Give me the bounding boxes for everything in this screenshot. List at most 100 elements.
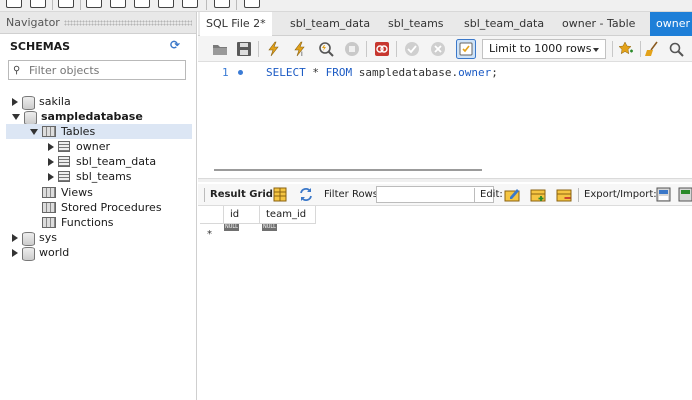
- tree-item-functions[interactable]: Functions: [42, 215, 114, 230]
- tree-item-stored-procedures[interactable]: Stored Procedures: [42, 200, 162, 215]
- toolbar-divider: [258, 41, 259, 57]
- column-label: team_id: [266, 209, 307, 220]
- execute-current-icon[interactable]: I: [292, 41, 308, 57]
- expand-arrow-icon[interactable]: [48, 157, 54, 166]
- panel-splitter[interactable]: [198, 178, 692, 182]
- limit-rows-label: Limit to 1000 rows: [489, 42, 592, 55]
- table-icon: [58, 141, 70, 152]
- rollback-icon[interactable]: [430, 41, 446, 57]
- add-row-icon[interactable]: [530, 187, 546, 202]
- filter-objects-input[interactable]: [29, 63, 179, 77]
- table-item-sbl-teams[interactable]: sbl_teams: [48, 169, 132, 184]
- schema-item-sys[interactable]: sys: [12, 230, 57, 246]
- beautify-broom-icon[interactable]: [644, 41, 660, 57]
- expand-arrow-icon[interactable]: [12, 248, 18, 257]
- expand-arrow-icon[interactable]: [48, 172, 54, 181]
- sql-keyword: FROM: [325, 66, 353, 79]
- tree-label: Views: [61, 186, 93, 199]
- result-grid-view-icon[interactable]: [272, 187, 288, 202]
- svg-text:I: I: [301, 51, 303, 57]
- panel-grip[interactable]: [64, 20, 192, 26]
- sql-text: ;: [491, 66, 498, 79]
- sql-statement[interactable]: SELECT * FROM sampledatabase.owner;: [266, 66, 498, 79]
- functions-folder-icon: [42, 217, 56, 228]
- tree-item-views[interactable]: Views: [42, 185, 93, 200]
- collapse-arrow-icon[interactable]: [12, 113, 20, 120]
- filter-rows-label: Filter Rows:: [324, 189, 382, 200]
- open-sql-script-icon[interactable]: [30, 0, 46, 8]
- tab-sbl-team-data[interactable]: sbl_team_data: [284, 12, 376, 36]
- tab-owner-table[interactable]: owner - Table: [556, 12, 641, 36]
- null-badge[interactable]: NULL: [224, 224, 239, 231]
- create-procedure-icon[interactable]: [158, 0, 174, 8]
- result-grid-tab[interactable]: Result Grid: [210, 189, 273, 200]
- explain-icon[interactable]: [318, 41, 334, 57]
- refresh-results-icon[interactable]: [298, 187, 314, 202]
- expand-arrow-icon[interactable]: [12, 233, 18, 242]
- column-header-id[interactable]: id: [224, 206, 260, 224]
- expand-arrow-icon[interactable]: [12, 97, 18, 106]
- autocommit-icon[interactable]: [456, 39, 476, 59]
- toolbar-divider: [52, 0, 53, 10]
- add-snippet-star-icon[interactable]: [618, 41, 634, 57]
- scrollbar-thumb[interactable]: [214, 169, 482, 171]
- table-item-owner[interactable]: owner: [48, 139, 110, 154]
- create-view-icon[interactable]: [134, 0, 150, 8]
- null-badge[interactable]: NULL: [262, 224, 277, 231]
- expand-arrow-icon[interactable]: [48, 142, 54, 151]
- new-sql-tab-icon[interactable]: [6, 0, 22, 8]
- views-folder-icon: [42, 187, 56, 198]
- delete-row-icon[interactable]: [556, 187, 572, 202]
- filter-objects-field[interactable]: ⚲: [8, 60, 186, 80]
- toolbar-divider: [204, 188, 205, 202]
- import-icon[interactable]: [678, 187, 692, 202]
- schema-item-sakila[interactable]: sakila: [12, 94, 71, 110]
- toolbar-divider: [578, 188, 579, 202]
- stop-icon[interactable]: [344, 41, 360, 57]
- open-folder-icon[interactable]: [212, 41, 228, 57]
- export-icon[interactable]: [656, 187, 672, 202]
- edit-row-icon[interactable]: [504, 187, 520, 202]
- toolbar-divider: [474, 188, 475, 202]
- toolbar-divider: [640, 41, 641, 57]
- tab-owner[interactable]: owner: [650, 12, 692, 36]
- navigator-header: Navigator: [0, 12, 196, 34]
- column-header-team-id[interactable]: team_id: [260, 206, 316, 224]
- tree-item-tables[interactable]: Tables: [0, 124, 196, 139]
- table-label: sbl_team_data: [76, 155, 157, 168]
- tab-label: sbl_teams: [388, 17, 444, 30]
- tab-sbl-teams[interactable]: sbl_teams: [382, 12, 450, 36]
- tree-label: Functions: [61, 216, 114, 229]
- toggle-errors-icon[interactable]: [374, 41, 390, 57]
- commit-icon[interactable]: [404, 41, 420, 57]
- filter-rows-input[interactable]: [376, 186, 494, 203]
- editor-horizontal-scrollbar[interactable]: [198, 168, 692, 174]
- result-toolbar: Result Grid Filter Rows: Edit: Export/Im…: [198, 184, 692, 206]
- database-icon: [22, 231, 35, 246]
- reconnect-icon[interactable]: [244, 0, 260, 8]
- line-number: 1: [222, 66, 229, 79]
- tab-sbl-team-data-2[interactable]: sbl_team_data: [458, 12, 550, 36]
- create-schema-icon[interactable]: [86, 0, 102, 8]
- find-icon[interactable]: [668, 41, 684, 57]
- schema-label: sys: [39, 231, 57, 244]
- create-function-icon[interactable]: [182, 0, 198, 8]
- toolbar-divider: [206, 0, 207, 10]
- statement-marker-icon: [238, 70, 243, 75]
- search-icon: ⚲: [13, 64, 21, 76]
- search-table-data-icon[interactable]: [214, 0, 230, 8]
- table-item-sbl-team-data[interactable]: sbl_team_data: [48, 154, 156, 169]
- inspector-icon[interactable]: [58, 0, 74, 8]
- navigator-title: Navigator: [6, 16, 60, 29]
- database-icon: [22, 95, 35, 110]
- limit-rows-select[interactable]: Limit to 1000 rows: [482, 39, 606, 59]
- sql-editor[interactable]: 1 SELECT * FROM sampledatabase.owner;: [198, 62, 692, 162]
- collapse-arrow-icon[interactable]: [30, 128, 38, 135]
- save-icon[interactable]: [236, 41, 252, 57]
- schema-item-world[interactable]: world: [12, 245, 69, 261]
- refresh-icon[interactable]: ⟳: [170, 39, 182, 51]
- schema-item-sampledatabase[interactable]: sampledatabase: [12, 109, 143, 125]
- tab-sql-file-2[interactable]: SQL File 2*: [200, 12, 272, 36]
- create-table-icon[interactable]: [110, 0, 126, 8]
- execute-icon[interactable]: [266, 41, 282, 57]
